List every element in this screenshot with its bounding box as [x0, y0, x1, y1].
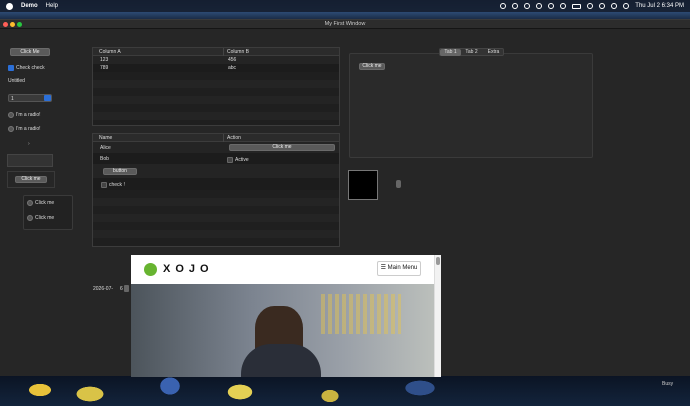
main-menu-button[interactable]: ☰ Main Menu — [377, 261, 421, 276]
person-shoulders — [241, 344, 321, 377]
listbox-columns[interactable]: Column A Column B 123 456 789 abc — [92, 47, 340, 126]
tab-2[interactable]: Tab 2 — [461, 49, 482, 56]
number-popup[interactable]: 1 — [8, 94, 52, 102]
close-icon[interactable] — [3, 22, 8, 27]
untitled-label: Untitled — [8, 78, 25, 84]
card-radio-1[interactable] — [27, 200, 33, 206]
empty-row — [93, 214, 339, 222]
tab-extra[interactable]: Extra — [483, 49, 504, 56]
small-click-button[interactable]: Click me — [15, 176, 47, 183]
check-label: Check check — [16, 65, 45, 71]
volume-icon[interactable] — [548, 3, 555, 9]
menu-bar: Demo Help Thu Jul 2 6:34 PM — [0, 0, 690, 12]
empty-row — [93, 80, 339, 88]
minimize-icon[interactable] — [10, 22, 15, 27]
empty-row — [93, 96, 339, 104]
row1-col-a: 123 — [100, 57, 109, 63]
sync-icon[interactable] — [524, 3, 531, 9]
table-row: button — [93, 164, 339, 178]
title-bar: My First Window — [0, 20, 690, 29]
busy-label: Busy — [662, 381, 674, 387]
table-row: check ! — [93, 178, 339, 190]
date-stepper-icon[interactable] — [124, 285, 129, 292]
listbox-header: Column A Column B — [93, 48, 339, 56]
bluetooth-icon[interactable] — [560, 3, 567, 9]
active-label: Active — [235, 157, 249, 163]
column-b-header[interactable]: Column B — [227, 49, 249, 55]
radio-card: Click me Click me — [23, 195, 73, 230]
table-row[interactable]: 123 456 — [93, 56, 339, 64]
table-row[interactable]: Alice Click me — [93, 142, 339, 153]
popup-value: 1 — [11, 96, 14, 102]
radio-label-1: I'm a radio! — [16, 112, 41, 118]
tab-1[interactable]: Tab 1 — [440, 49, 461, 56]
web-scrollbar[interactable] — [434, 255, 441, 377]
hero-image — [131, 284, 435, 377]
people-header: Name Action — [93, 134, 339, 142]
card-radio-2[interactable] — [27, 215, 33, 221]
row-name-bob: Bob — [100, 156, 109, 162]
wifi-icon[interactable] — [587, 3, 594, 9]
web-navbar: XOJO ☰ Main Menu — [131, 255, 431, 283]
table-row[interactable]: Bob Active — [93, 153, 339, 164]
inner-checkbox[interactable] — [101, 182, 107, 188]
card-radio-label-1: Click me — [35, 200, 55, 206]
inner-check-label: check ! — [109, 182, 125, 188]
window-title: My First Window — [324, 21, 366, 27]
menu-app[interactable]: Demo — [21, 3, 38, 9]
date-value: 2026-07- — [93, 286, 114, 292]
zoom-icon[interactable] — [17, 22, 22, 27]
empty-row — [93, 112, 339, 120]
date-field[interactable]: 2026-07- 6 — [93, 286, 123, 292]
control-center-icon[interactable] — [611, 3, 618, 9]
sticky-notes — [321, 294, 401, 334]
table-row[interactable]: 789 abc — [93, 64, 339, 72]
radio-button-2[interactable] — [8, 126, 14, 132]
dropbox-icon[interactable] — [512, 3, 519, 9]
row-click-button[interactable]: Click me — [229, 144, 335, 151]
xojo-logo-icon[interactable] — [144, 263, 157, 276]
action-header[interactable]: Action — [227, 135, 241, 141]
html-viewer[interactable]: XOJO ☰ Main Menu — [131, 255, 441, 377]
menu-clock[interactable]: Thu Jul 2 6:34 PM — [635, 3, 684, 9]
search-icon[interactable] — [599, 3, 606, 9]
click-me-button[interactable]: Click Me — [10, 48, 50, 56]
stepper-icon[interactable] — [396, 180, 401, 188]
empty-row — [93, 198, 339, 206]
text-field[interactable] — [7, 154, 53, 167]
tab-click-button[interactable]: Click me — [359, 63, 385, 70]
inner-button[interactable]: button — [103, 168, 137, 175]
check-checkbox[interactable] — [8, 65, 14, 71]
listbox-people[interactable]: Name Action Alice Click me Bob Active bu… — [92, 133, 340, 247]
small-canvas: Click me — [7, 171, 55, 188]
battery-icon[interactable] — [572, 3, 582, 9]
date-day: 6 — [120, 286, 123, 292]
row1-col-b: 456 — [228, 57, 237, 63]
radio-button-1[interactable] — [8, 112, 14, 118]
active-checkbox[interactable] — [227, 157, 233, 163]
name-header[interactable]: Name — [99, 135, 112, 141]
color-well[interactable] — [348, 170, 378, 200]
row-name-alice: Alice — [100, 145, 111, 151]
status-icon[interactable] — [500, 3, 507, 9]
radio-label-2: I'm a radio! — [16, 126, 41, 132]
xojo-brand[interactable]: XOJO — [163, 263, 214, 275]
main-window: My First Window Click Me Check check Unt… — [0, 19, 690, 377]
disclosure-arrow-icon[interactable]: › — [28, 141, 30, 147]
fish-wallpaper — [0, 376, 690, 406]
shield-icon[interactable] — [536, 3, 543, 9]
siri-icon[interactable] — [623, 3, 630, 9]
column-a-header[interactable]: Column A — [99, 49, 121, 55]
card-radio-label-2: Click me — [35, 215, 55, 221]
menu-help[interactable]: Help — [46, 3, 58, 9]
tab-control: Tab 1 Tab 2 Extra — [439, 48, 504, 56]
row2-col-a: 789 — [100, 65, 109, 71]
scroll-thumb[interactable] — [436, 257, 440, 265]
row2-col-b: abc — [228, 65, 237, 71]
tab-panel: Click me — [349, 53, 593, 158]
chevron-down-icon — [44, 95, 51, 101]
empty-row — [93, 230, 339, 238]
apple-icon[interactable] — [6, 2, 13, 10]
